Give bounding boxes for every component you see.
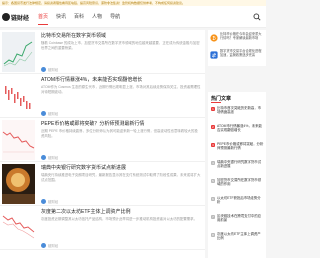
article-meta: 链财经 [41,67,58,72]
article-thumbnail [2,120,35,160]
article-thumbnail [2,76,35,116]
article-author[interactable]: 链财经 [48,199,58,204]
logo-icon [2,13,10,21]
hot-article-item[interactable]: 2 ATOM币行情暴涨4%，未来能否实现翻倍增长 [211,124,264,137]
article-feed: 比特币交易所在数字货币领域 随着 Coinbase 的成功上市，加密货币交易所在… [0,30,205,258]
article-card[interactable]: PEPE币价格或即将突破？分析师预测最新行情 近期 PEPE 币价格持续震荡，多… [0,118,205,162]
title-underline [211,102,221,103]
hot-article-item[interactable]: 6 以太坊ETF获批后市场走势分析 [211,196,264,209]
main-nav: 首页 快讯 百科 人物 导航 [38,13,120,25]
article-meta: 链财经 [41,243,58,248]
logo-text: 链财经 [11,15,30,22]
article-summary: ATOM作为 Cosmos 生态的原生代币，近期行情出现明显上涨，市场对其后续走… [41,85,201,94]
bitcoin-icon: ₿ [210,34,218,42]
article-thumbnail [2,164,35,204]
article-summary: 灰度投资近期调整其以太坊信托产品结构，市场预计此举将进一步推动机构投资者对以太坊… [41,217,197,221]
sidebar: ₿ 比特币价格在今年会迎来重大行情吗？专家解读最新市场 数字货币交易平台合规化进… [208,30,266,258]
avatar [41,111,46,116]
hot-article-item[interactable]: 4 瑞典中央银行研究数字货币试点新进展 [211,160,264,173]
nav-item-flash[interactable]: 快讯 [56,13,66,20]
hot-article-title[interactable]: 以太坊ETF获批后市场走势分析 [217,196,264,209]
rank-badge: 1 [211,106,215,111]
rank-badge: 2 [211,124,215,129]
article-summary: 随着 Coinbase 的成功上市，加密货币交易所在数字货币领域的地位越来越重要… [41,41,200,50]
article-title[interactable]: PEPE币价格或即将突破？分析师预测最新行情 [41,120,201,127]
hot-articles: 热门文章 1 比特币首次突破历史新高，市场情绪高涨 2 ATOM币行情暴涨4%，… [208,92,266,258]
rank-badge: 8 [211,232,215,237]
hot-article-title[interactable]: 加密货币交易所在数字货币领域的作用 [217,178,264,191]
hot-article-title[interactable]: ATOM币行情暴涨4%，未来能否实现翻倍增长 [217,124,264,137]
hot-article-item[interactable]: 8 灰度以太坊ETF主体上调资产比例 [211,232,264,245]
article-thumbnail [2,208,35,248]
article-card[interactable]: ATOM币行情暴涨4%，未来能否实现翻倍增长 ATOM作为 Cosmos 生态的… [0,74,205,118]
article-thumbnail [2,32,35,72]
article-summary: 瑞典央行持续推进电子克朗项目研究，最新报告显示其在支付系统测试中取得了阶段性成果… [41,173,201,182]
hot-article-title[interactable]: 比特币首次突破历史新高，市场情绪高涨 [217,106,264,119]
hot-articles-title: 热门文章 [211,96,232,102]
avatar [41,155,46,160]
avatar [41,243,46,248]
article-meta: 链财经 [41,111,58,116]
hot-article-item[interactable]: 3 PEPE币价格或即将突破，分析师预测最新行情 [211,142,264,155]
article-meta: 链财经 [41,155,58,160]
avatar [41,199,46,204]
article-card[interactable]: 灰度第二次以太坊ETF主体上调资产比例 灰度投资近期调整其以太坊信托产品结构，市… [0,206,205,250]
hot-article-title[interactable]: 瑞典中央银行研究数字货币试点新进展 [217,160,264,173]
article-title[interactable]: 比特币交易所在数字货币领域 [41,32,201,39]
promo-item[interactable]: 数字货币交易平台合规化进程加速，监管政策逐步完善 [210,49,264,65]
site-logo[interactable]: 链财经 [2,12,30,22]
avatar [41,67,46,72]
article-summary: 近期 PEPE 币价格持续震荡，多位分析师认为其可能迎来新一轮上涨行情，但高波动… [41,129,198,138]
article-author[interactable]: 链财经 [48,67,58,72]
rank-badge: 3 [211,142,215,147]
rank-badge: 5 [211,178,215,183]
article-title[interactable]: 瑞典中央银行研究数字货币试点新进展 [41,164,201,171]
article-meta: 链财经 [41,199,58,204]
nav-item-home[interactable]: 首页 [38,13,49,25]
rank-badge: 6 [211,196,215,201]
article-card[interactable]: 比特币交易所在数字货币领域 随着 Coinbase 的成功上市，加密货币交易所在… [0,30,205,74]
search-icon[interactable] [253,13,261,21]
site-header: 链财经 首页 快讯 百科 人物 导航 [0,6,266,28]
hot-article-item[interactable]: 5 加密货币交易所在数字货币领域的作用 [211,178,264,191]
hot-article-title[interactable]: PEPE币价格或即将突破，分析师预测最新行情 [217,142,264,155]
promo-text: 比特币价格在今年会迎来重大行情吗？专家解读最新市场 [220,32,262,40]
hot-article-item[interactable]: 7 区块链技术在跨境支付中的应用前景 [211,214,264,227]
nav-item-wiki[interactable]: 百科 [74,13,84,20]
article-author[interactable]: 链财经 [48,111,58,116]
nav-item-directory[interactable]: 导航 [110,13,120,20]
promo-text: 数字货币交易平台合规化进程加速，监管政策逐步完善 [220,49,262,57]
hot-article-title[interactable]: 灰度以太坊ETF主体上调资产比例 [217,232,264,245]
article-author[interactable]: 链财经 [48,243,58,248]
rank-badge: 7 [211,214,215,219]
promo-item[interactable]: ₿ 比特币价格在今年会迎来重大行情吗？专家解读最新市场 [210,32,264,48]
article-title[interactable]: 灰度第二次以太坊ETF主体上调资产比例 [41,208,201,215]
hot-article-item[interactable]: 1 比特币首次突破历史新高，市场情绪高涨 [211,106,264,119]
hot-article-title[interactable]: 区块链技术在跨境支付中的应用前景 [217,214,264,227]
exchange-icon [210,51,218,59]
nav-item-people[interactable]: 人物 [92,13,102,20]
promo-box: ₿ 比特币价格在今年会迎来重大行情吗？专家解读最新市场 数字货币交易平台合规化进… [208,30,266,66]
article-author[interactable]: 链财经 [48,155,58,160]
article-card[interactable]: 瑞典中央银行研究数字货币试点新进展 瑞典央行持续推进电子克朗项目研究，最新报告显… [0,162,205,206]
article-title[interactable]: ATOM币行情暴涨4%，未来能否实现翻倍增长 [41,76,201,83]
rank-badge: 4 [211,160,215,165]
